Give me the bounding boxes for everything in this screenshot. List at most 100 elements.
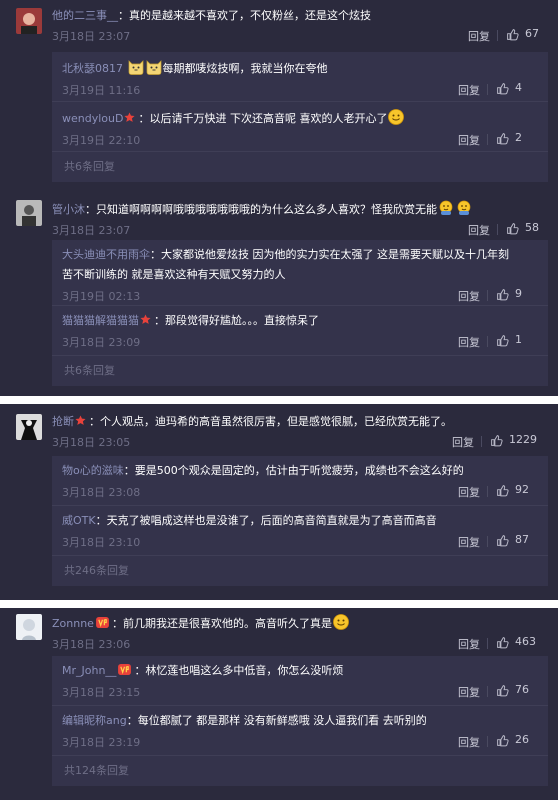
username[interactable]: 威OTK (62, 514, 96, 527)
comment-item: 抢断 ：个人观点，迪玛希的高音虽然很厉害，但是感觉很腻，已经欣赏无能了。 3月18… (16, 414, 548, 454)
like-button[interactable]: 26 (496, 733, 538, 747)
smile-emoji-icon (388, 109, 404, 125)
hug-emoji-icon (438, 200, 454, 216)
thumbs-up-icon (496, 684, 509, 697)
thumbs-up-icon (506, 222, 519, 235)
cat-emoji-icon (146, 59, 162, 75)
divider (487, 736, 488, 747)
divider (497, 30, 498, 41)
reply-text: ：那段觉得好尴尬。。。直接惊呆了 (154, 314, 319, 327)
like-button[interactable]: 58 (506, 221, 548, 235)
reply-button[interactable]: 回复 (458, 684, 480, 700)
thumbs-up-icon (490, 434, 503, 447)
like-button[interactable]: 76 (496, 683, 538, 697)
timestamp: 3月19日 22:10 (62, 134, 141, 147)
reply-text: ：林忆莲也唱这么多中低音，你怎么没听烦 (134, 664, 344, 677)
avatar[interactable] (16, 414, 42, 440)
divider (487, 686, 488, 697)
reply-text: ：大家都说他爱炫技 因为他的实力实在太强了 这是需要天赋以及十几年刻 (150, 248, 509, 261)
thumbs-up-icon (496, 132, 509, 145)
more-replies-link[interactable]: 共6条回复 (52, 152, 548, 182)
avatar[interactable] (16, 200, 42, 226)
username[interactable]: 编辑昵称ang (62, 714, 127, 727)
reply-text: ：要是500个观众是固定的，估计由于听觉疲劳，成绩也不会这么好的 (123, 464, 464, 477)
like-count: 87 (515, 533, 529, 546)
timestamp: 3月18日 23:15 (62, 686, 141, 699)
reply-button[interactable]: 回复 (458, 82, 480, 98)
reply-text-continued: 苦不断训练的 就是喜欢这种有天赋又努力的人 (62, 268, 286, 281)
reply-button[interactable]: 回复 (458, 534, 480, 550)
comment-block-2: 管小沐：只知道啊啊啊啊哦哦哦哦哦哦哦的为什么这么多人喜欢？怪我欣赏无能 3月18… (0, 196, 558, 396)
username[interactable]: 北秋瑟0817 (62, 62, 123, 75)
divider (487, 134, 488, 145)
cat-emoji-icon (128, 59, 144, 75)
timestamp: 3月19日 02:13 (62, 290, 141, 303)
reply-item: 猫猫猫解猫猫猫 ：那段觉得好尴尬。。。直接惊呆了 3月18日 23:09 回复 1 (52, 306, 548, 356)
reply-button[interactable]: 回复 (468, 28, 490, 44)
comment-item: Zonnne ：前几期我还是很喜欢他的。高音听久了真是 3月18日 23:06 回… (16, 614, 548, 654)
comment-text: ：真的是越来越不喜欢了，不仅粉丝，还是这个炫技 (118, 9, 371, 22)
username[interactable]: 他的二三事__ (52, 9, 118, 22)
like-button[interactable]: 67 (506, 27, 548, 41)
star-badge-icon (124, 112, 135, 123)
divider (487, 638, 488, 649)
reply-list: 大头迪迪不用雨伞：大家都说他爱炫技 因为他的实力实在太强了 这是需要天赋以及十几… (52, 240, 548, 386)
reply-button[interactable]: 回复 (458, 288, 480, 304)
timestamp: 3月18日 23:07 (52, 224, 131, 237)
reply-item: 大头迪迪不用雨伞：大家都说他爱炫技 因为他的实力实在太强了 这是需要天赋以及十几… (52, 240, 548, 306)
divider (487, 84, 488, 95)
star-badge-icon (75, 415, 86, 426)
timestamp: 3月18日 23:09 (62, 336, 141, 349)
reply-button[interactable]: 回复 (458, 484, 480, 500)
reply-button[interactable]: 回复 (458, 334, 480, 350)
thumbs-up-icon (506, 28, 519, 41)
like-count: 92 (515, 483, 529, 496)
username[interactable]: 猫猫猫解猫猫猫 (62, 314, 139, 327)
like-button[interactable]: 1229 (490, 433, 548, 447)
vip-badge-icon (118, 664, 131, 675)
username[interactable]: Mr_John__ (62, 664, 116, 677)
thumbs-up-icon (496, 636, 509, 649)
reply-button[interactable]: 回复 (458, 636, 480, 652)
thumbs-up-icon (496, 288, 509, 301)
like-button[interactable]: 92 (496, 483, 538, 497)
like-count: 26 (515, 733, 529, 746)
like-button[interactable]: 4 (496, 81, 538, 95)
username[interactable]: 抢断 (52, 415, 74, 428)
thumbs-up-icon (496, 82, 509, 95)
like-button[interactable]: 1 (496, 333, 538, 347)
star-badge-icon (140, 314, 151, 325)
reply-button[interactable]: 回复 (452, 434, 474, 450)
username[interactable]: wendylouD (62, 112, 123, 125)
thumbs-up-icon (496, 334, 509, 347)
comment-block-4: Zonnne ：前几期我还是很喜欢他的。高音听久了真是 3月18日 23:06 回… (0, 608, 558, 800)
like-count: 2 (515, 131, 522, 144)
more-replies-link[interactable]: 共6条回复 (52, 356, 548, 386)
reply-button[interactable]: 回复 (458, 734, 480, 750)
avatar[interactable] (16, 8, 42, 34)
timestamp: 3月18日 23:07 (52, 30, 131, 43)
like-button[interactable]: 463 (496, 635, 548, 649)
username[interactable]: Zonnne (52, 617, 94, 630)
like-button[interactable]: 2 (496, 131, 538, 145)
username[interactable]: 大头迪迪不用雨伞 (62, 248, 150, 261)
reply-item: 威OTK：天克了被唱成这样也是没谁了，后面的高音简直就是为了高音而高音 3月18… (52, 506, 548, 556)
section-divider (0, 396, 558, 404)
reply-button[interactable]: 回复 (458, 132, 480, 148)
reply-button[interactable]: 回复 (468, 222, 490, 238)
username[interactable]: 管小沐 (52, 203, 85, 216)
like-button[interactable]: 9 (496, 287, 538, 301)
like-count: 1 (515, 333, 522, 346)
divider (487, 486, 488, 497)
like-button[interactable]: 87 (496, 533, 538, 547)
like-count: 67 (525, 27, 539, 40)
avatar[interactable] (16, 614, 42, 640)
like-count: 463 (515, 635, 536, 648)
username[interactable]: 物o心的滋味 (62, 464, 124, 477)
more-replies-link[interactable]: 共246条回复 (52, 556, 548, 586)
section-divider (0, 600, 558, 608)
comment-text: ：只知道啊啊啊啊哦哦哦哦哦哦哦的为什么这么多人喜欢？怪我欣赏无能 (85, 203, 437, 216)
divider (487, 536, 488, 547)
comment-text: ：个人观点，迪玛希的高音虽然很厉害，但是感觉很腻，已经欣赏无能了。 (89, 415, 452, 428)
more-replies-link[interactable]: 共124条回复 (52, 756, 548, 786)
